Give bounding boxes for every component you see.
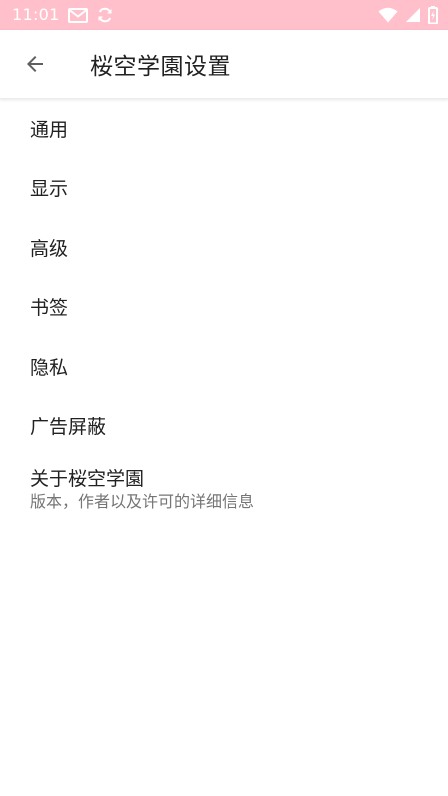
arrow-back-icon [27, 56, 43, 72]
page-title: 桜空学園设置 [90, 54, 231, 80]
back-button[interactable] [7, 36, 63, 92]
settings-item-title: 隐私 [30, 356, 69, 379]
mail-icon [67, 7, 88, 23]
settings-item-title: 关于桜空学園 [30, 467, 145, 490]
battery-charging-icon [428, 6, 438, 24]
settings-item-advanced[interactable]: 高级 [0, 219, 448, 279]
settings-item-title: 通用 [30, 118, 69, 141]
settings-item-title: 显示 [30, 178, 69, 201]
settings-item-title: 广告屏蔽 [30, 416, 107, 439]
settings-item-display[interactable]: 显示 [0, 160, 448, 220]
status-time: 11:01 [12, 5, 60, 24]
status-left-icons [67, 6, 114, 24]
settings-item-title: 高级 [30, 237, 69, 260]
status-bar: 11:01 [0, 0, 448, 30]
settings-item-general[interactable]: 通用 [0, 100, 448, 160]
app-bar: 桜空学園设置 [0, 30, 448, 99]
wifi-icon [378, 7, 398, 23]
settings-item-privacy[interactable]: 隐私 [0, 338, 448, 398]
settings-item-summary: 版本，作者以及许可的详细信息 [30, 491, 255, 511]
settings-item-bookmarks[interactable]: 书签 [0, 279, 448, 339]
settings-list: 通用 显示 高级 书签 隐私 广告屏蔽 关于桜空学園 版本，作者以及许可的详细信… [0, 100, 448, 521]
settings-screen: 11:01 桜空学園设置 通用 显示 高级 书签 隐私 广告屏蔽 关于桜空学園 … [0, 0, 448, 796]
status-right-icons [378, 6, 438, 24]
sync-icon [98, 7, 112, 23]
settings-item-about[interactable]: 关于桜空学園 版本，作者以及许可的详细信息 [0, 457, 448, 521]
settings-item-ad-blocking[interactable]: 广告屏蔽 [0, 398, 448, 458]
settings-item-title: 书签 [30, 297, 69, 320]
signal-icon [406, 8, 420, 22]
